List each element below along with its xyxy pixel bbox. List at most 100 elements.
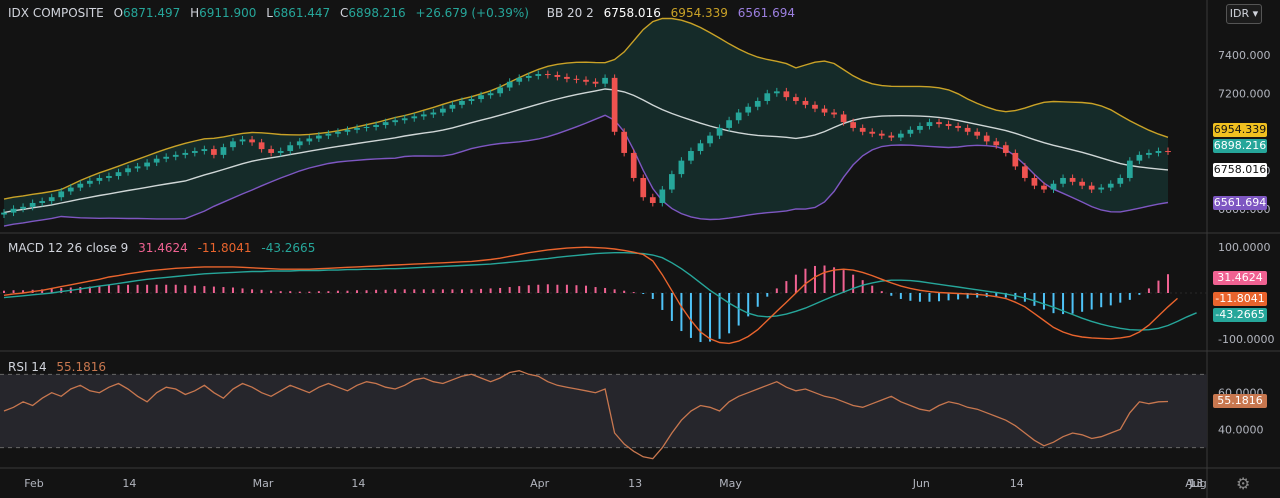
macd-histogram-bar: [938, 293, 941, 302]
macd-histogram-bar: [384, 289, 387, 293]
candle-body: [1002, 145, 1009, 153]
candle-body: [945, 124, 952, 126]
macd-histogram-bar: [527, 285, 530, 293]
candle-body: [125, 168, 131, 173]
candle-body: [354, 127, 360, 130]
candle-body: [411, 116, 418, 119]
macd-histogram-bar: [909, 293, 912, 301]
candle-body: [67, 187, 74, 192]
candle-body: [344, 129, 351, 132]
candle-body: [163, 156, 170, 159]
candle-body: [315, 135, 322, 139]
macd-tick-label: -100.0000: [1218, 333, 1274, 346]
macd-histogram-bar: [833, 267, 836, 293]
macd-histogram-bar: [422, 289, 425, 293]
symbol-title[interactable]: IDX COMPOSITE: [8, 6, 104, 20]
candle-body: [907, 129, 914, 134]
macd-signal-value: -43.2665: [261, 241, 316, 255]
candle-body: [1031, 177, 1038, 186]
macd-histogram-bar: [212, 286, 215, 293]
low-value: 6861.447: [272, 6, 331, 20]
macd-histogram-bar: [651, 293, 654, 299]
macd-header: MACD 12 26 close 9 31.4624 -11.8041 -43.…: [8, 241, 321, 255]
candle-body: [669, 174, 675, 190]
macd-histogram-bar: [251, 289, 254, 293]
candle-body: [821, 108, 828, 113]
price-tick-label: 7400.000: [1218, 49, 1271, 62]
macd-histogram-bar: [890, 293, 893, 296]
candle-body: [840, 114, 847, 123]
gear-icon[interactable]: ⚙: [1236, 474, 1250, 493]
candle-body: [1136, 154, 1143, 161]
macd-histogram-bar: [1042, 293, 1045, 310]
macd-line-value: -11.8041: [197, 241, 252, 255]
macd-line-price-tag: -11.8041: [1213, 292, 1267, 306]
candle-body: [564, 76, 570, 79]
macd-histogram-bar: [766, 293, 769, 297]
macd-histogram-bar: [3, 290, 5, 293]
candle-body: [583, 79, 589, 82]
macd-histogram-bar: [689, 293, 692, 338]
candle-body: [239, 139, 246, 142]
macd-histogram-bar: [346, 290, 349, 293]
macd-histogram-bar: [260, 289, 263, 293]
macd-title[interactable]: MACD 12 26 close 9: [8, 241, 128, 255]
candle-body: [621, 131, 628, 153]
macd-histogram-bar: [775, 288, 778, 293]
candle-body: [478, 95, 484, 100]
candle-body: [420, 114, 427, 117]
candle-body: [592, 81, 599, 84]
candle-body: [392, 120, 399, 123]
macd-histogram-bar: [1167, 274, 1169, 293]
bb-lower-value: 6561.694: [737, 6, 796, 20]
macd-histogram-bar: [928, 293, 931, 302]
macd-signal-price-tag: -43.2665: [1213, 308, 1267, 322]
candle-body: [783, 91, 790, 98]
currency-selector[interactable]: IDR ▾: [1226, 4, 1262, 24]
bb-lower-price-tag: 6561.694: [1213, 196, 1267, 210]
candle-body: [678, 160, 685, 175]
macd-signal-line: [3, 252, 1197, 331]
time-axis-label: Aug: [1185, 477, 1206, 490]
candle-body: [707, 135, 713, 144]
bb-band-fill: [4, 18, 1168, 227]
macd-histogram-bar: [594, 287, 597, 293]
candle-body: [525, 75, 532, 78]
candle-body: [1146, 152, 1152, 155]
candle-body: [487, 93, 494, 96]
bb-indicator-label[interactable]: BB 20 2: [547, 6, 594, 20]
macd-histogram-bar: [1071, 293, 1074, 314]
candle-body: [39, 201, 46, 203]
candle-body: [10, 208, 17, 213]
macd-histogram-bar: [222, 287, 225, 293]
candle-body: [640, 177, 647, 198]
macd-histogram-bar: [79, 287, 82, 293]
high-value: 6911.900: [199, 6, 257, 20]
macd-histogram-bar: [356, 290, 359, 293]
macd-histogram-bar: [174, 284, 177, 293]
candle-body: [1079, 181, 1085, 186]
macd-histogram-bar: [1138, 293, 1141, 295]
candle-body: [1022, 166, 1028, 178]
time-axis-label: Mar: [253, 477, 274, 490]
price-tick-label: 7200.000: [1218, 87, 1271, 100]
candle-body: [802, 100, 809, 105]
candle-body: [726, 120, 732, 128]
candle-body: [754, 100, 761, 107]
macd-histogram-bar: [117, 285, 120, 293]
candle-body: [440, 108, 446, 113]
candle-body: [659, 189, 666, 203]
candle-body: [554, 75, 561, 77]
macd-histogram-bar: [336, 290, 339, 293]
candle-body: [1117, 177, 1124, 184]
candle-body: [793, 97, 799, 101]
macd-tick-label: 100.0000: [1218, 241, 1271, 254]
macd-histogram-bar: [804, 268, 807, 293]
candle-body: [87, 180, 93, 184]
candle-body: [630, 152, 637, 178]
rsi-title[interactable]: RSI 14: [8, 360, 47, 374]
candle-body: [812, 104, 818, 109]
bb-upper-price-tag: 6954.339: [1213, 123, 1267, 137]
candle-body: [258, 142, 265, 150]
macd-histogram-bar: [642, 293, 645, 294]
